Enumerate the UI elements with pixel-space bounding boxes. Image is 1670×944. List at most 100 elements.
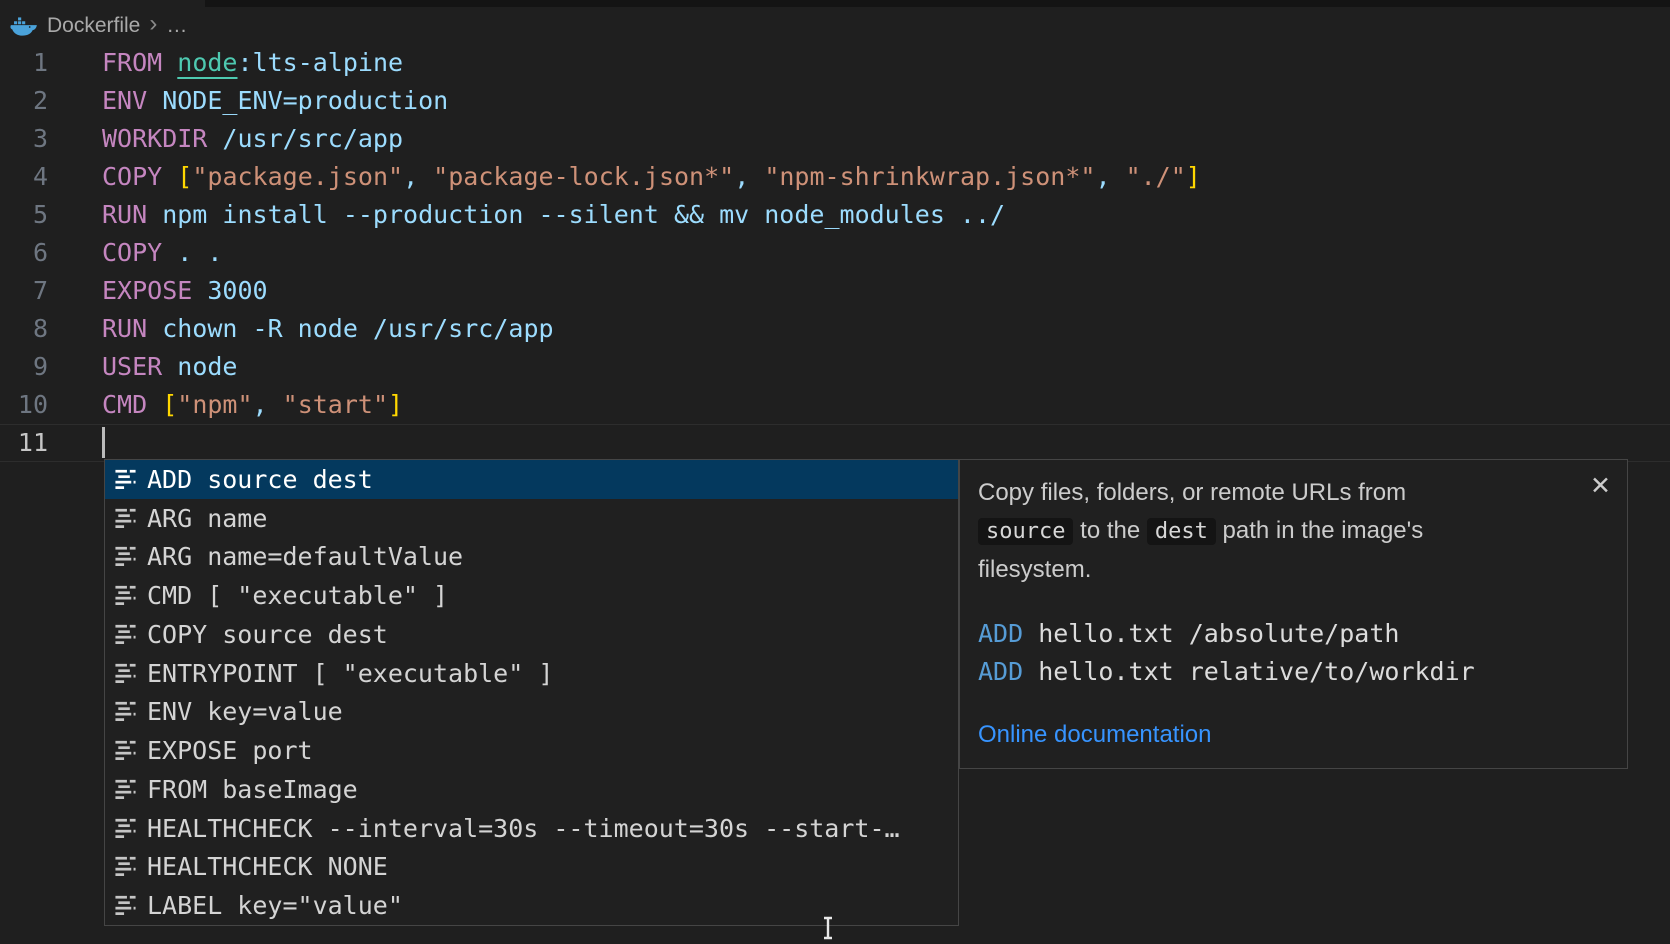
- doc-code-block: ADD hello.txt /absolute/pathADD hello.tx…: [978, 615, 1609, 691]
- code-token: ]: [388, 390, 403, 419]
- code-token: ,: [253, 390, 283, 419]
- doc-code-keyword: ADD: [978, 657, 1023, 686]
- suggestion-item[interactable]: FROM baseImage: [105, 770, 958, 809]
- code-token: ,: [1095, 162, 1125, 191]
- doc-code-args: hello.txt relative/to/workdir: [1023, 657, 1475, 686]
- suggestion-item[interactable]: COPY source dest: [105, 615, 958, 654]
- code-token: COPY: [102, 162, 162, 191]
- code-token: :lts-alpine: [238, 48, 404, 77]
- editor-gutter: 1234567891011: [0, 44, 48, 462]
- window-top-shadow: [205, 0, 1670, 7]
- snippet-icon: [114, 894, 137, 917]
- code-token: node: [177, 48, 237, 77]
- docker-icon: [10, 15, 38, 37]
- code-token: . .: [162, 238, 222, 267]
- suggestion-label: HEALTHCHECK NONE: [147, 852, 388, 881]
- code-token: "npm": [177, 390, 252, 419]
- code-token: [: [162, 390, 177, 419]
- snippet-icon: [114, 545, 137, 568]
- suggestion-item[interactable]: ARG name=defaultValue: [105, 538, 958, 577]
- suggestion-item[interactable]: EXPOSE port: [105, 731, 958, 770]
- code-token: /usr/src/app: [207, 124, 403, 153]
- suggestion-label: HEALTHCHECK --interval=30s --timeout=30s…: [147, 814, 900, 843]
- line-number: 4: [0, 158, 48, 196]
- code-token: chown -R node /usr/src/app: [147, 314, 553, 343]
- code-token: EXPOSE: [102, 276, 192, 305]
- line-number: 6: [0, 234, 48, 272]
- code-token: "start": [283, 390, 388, 419]
- suggestion-label: ENTRYPOINT [ "executable" ]: [147, 659, 553, 688]
- breadcrumb: Dockerfile › …: [0, 7, 187, 44]
- suggestion-label: ARG name=defaultValue: [147, 542, 463, 571]
- code-line[interactable]: USER node: [102, 348, 1670, 386]
- suggestion-label: ADD source dest: [147, 465, 373, 494]
- suggestion-item[interactable]: HEALTHCHECK NONE: [105, 848, 958, 887]
- breadcrumb-ellipsis[interactable]: …: [166, 14, 187, 38]
- code-line[interactable]: EXPOSE 3000: [102, 272, 1670, 310]
- snippet-icon: [114, 739, 137, 762]
- suggestion-item[interactable]: HEALTHCHECK --interval=30s --timeout=30s…: [105, 809, 958, 848]
- snippet-icon: [114, 507, 137, 530]
- code-token: RUN: [102, 200, 147, 229]
- suggestion-item[interactable]: ENV key=value: [105, 693, 958, 732]
- code-line[interactable]: COPY ["package.json", "package-lock.json…: [102, 158, 1670, 196]
- doc-description-text: Copy files, folders, or remote URLs from: [978, 479, 1406, 506]
- line-number: 7: [0, 272, 48, 310]
- code-token: "./": [1126, 162, 1186, 191]
- line-number: 10: [0, 386, 48, 424]
- suggestion-label: FROM baseImage: [147, 775, 358, 804]
- inline-code-source: source: [978, 518, 1073, 545]
- line-number: 3: [0, 120, 48, 158]
- code-line[interactable]: WORKDIR /usr/src/app: [102, 120, 1670, 158]
- suggestion-item[interactable]: ENTRYPOINT [ "executable" ]: [105, 654, 958, 693]
- code-token: RUN: [102, 314, 147, 343]
- code-token: "package-lock.json*": [433, 162, 734, 191]
- code-line[interactable]: FROM node:lts-alpine: [102, 44, 1670, 82]
- suggest-widget: ADD source dest ARG name ARG name=defaul…: [104, 459, 959, 926]
- doc-description-text: to the: [1073, 517, 1146, 544]
- suggestion-item[interactable]: ADD source dest: [105, 460, 958, 499]
- breadcrumb-file[interactable]: Dockerfile: [47, 14, 140, 38]
- suggestion-label: COPY source dest: [147, 620, 388, 649]
- code-token: ]: [1186, 162, 1201, 191]
- suggestion-label: CMD [ "executable" ]: [147, 581, 448, 610]
- suggestion-item[interactable]: CMD [ "executable" ]: [105, 576, 958, 615]
- suggestion-label: LABEL key="value": [147, 891, 403, 920]
- doc-code-line: ADD hello.txt relative/to/workdir: [978, 653, 1609, 691]
- code-token: WORKDIR: [102, 124, 207, 153]
- code-line[interactable]: COPY . .: [102, 234, 1670, 272]
- code-line[interactable]: RUN chown -R node /usr/src/app: [102, 310, 1670, 348]
- doc-code-args: hello.txt /absolute/path: [1023, 619, 1399, 648]
- line-number: 5: [0, 196, 48, 234]
- doc-description: Copy files, folders, or remote URLs from…: [978, 474, 1508, 589]
- code-token: [147, 390, 162, 419]
- code-token: [: [177, 162, 192, 191]
- snippet-icon: [114, 817, 137, 840]
- code-token: USER: [102, 352, 162, 381]
- snippet-icon: [114, 778, 137, 801]
- snippet-icon: [114, 468, 137, 491]
- code-token: node: [162, 352, 237, 381]
- suggestion-item[interactable]: ARG name: [105, 499, 958, 538]
- doc-code-line: ADD hello.txt /absolute/path: [978, 615, 1609, 653]
- code-token: COPY: [102, 238, 162, 267]
- code-line[interactable]: CMD ["npm", "start"]: [102, 386, 1670, 424]
- code-token: "package.json": [192, 162, 403, 191]
- code-line[interactable]: ENV NODE_ENV=production: [102, 82, 1670, 120]
- inline-code-dest: dest: [1147, 518, 1216, 545]
- code-token: [162, 48, 177, 77]
- suggestion-label: ENV key=value: [147, 697, 343, 726]
- online-documentation-link[interactable]: Online documentation: [978, 721, 1211, 749]
- suggestion-label: EXPOSE port: [147, 736, 313, 765]
- suggestion-label: ARG name: [147, 504, 267, 533]
- code-area[interactable]: FROM node:lts-alpineENV NODE_ENV=product…: [102, 44, 1670, 462]
- snippet-icon: [114, 855, 137, 878]
- code-line[interactable]: RUN npm install --production --silent &&…: [102, 196, 1670, 234]
- code-token: npm install --production --silent && mv …: [147, 200, 1005, 229]
- snippet-icon: [114, 700, 137, 723]
- code-token: [162, 162, 177, 191]
- doc-code-keyword: ADD: [978, 619, 1023, 648]
- line-number: 8: [0, 310, 48, 348]
- code-token: FROM: [102, 48, 162, 77]
- close-icon[interactable]: ✕: [1590, 474, 1611, 499]
